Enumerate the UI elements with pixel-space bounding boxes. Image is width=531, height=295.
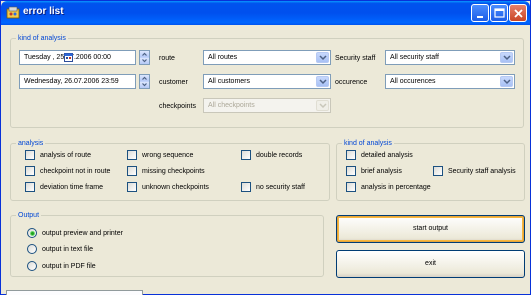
from-date-picker[interactable]: Tuesday , 25.07.2006 00:00 [19, 50, 136, 65]
minimize-icon [477, 16, 483, 18]
exit-button[interactable]: exit [336, 250, 525, 278]
customer-value: All customers [208, 78, 251, 85]
group-legend: Output [16, 211, 42, 220]
chevron-down-icon[interactable] [316, 76, 329, 87]
occurence-dropdown[interactable]: All occurences [385, 74, 515, 89]
group-legend: analysis [16, 139, 46, 148]
chevron-down-icon[interactable] [500, 76, 513, 87]
security-staff-value: All security staff [390, 54, 439, 61]
to-time-spinner[interactable] [139, 74, 150, 89]
window-title: error list [23, 6, 64, 17]
maximize-button[interactable] [490, 4, 508, 22]
calendar-icon[interactable] [64, 52, 73, 62]
occurence-label: occurence [335, 79, 368, 86]
checkpoints-label: checkpoints [159, 103, 196, 110]
spinner-icon [142, 76, 147, 87]
status-tab [6, 290, 143, 295]
chevron-down-icon[interactable] [316, 52, 329, 63]
security-staff-label: Security staff [335, 55, 376, 62]
route-value: All routes [208, 54, 238, 61]
chevron-down-icon [316, 100, 329, 111]
close-button[interactable] [509, 4, 527, 22]
start-output-button[interactable]: start output [336, 215, 525, 243]
radio-selected-dot [30, 231, 34, 235]
customer-dropdown[interactable]: All customers [203, 74, 331, 89]
close-icon [514, 9, 523, 18]
minimize-button[interactable] [471, 4, 489, 22]
route-dropdown[interactable]: All routes [203, 50, 331, 65]
to-date-picker[interactable]: Wednesday, 26.07.2006 23:59 [19, 74, 136, 89]
chevron-down-icon[interactable] [500, 52, 513, 63]
occurence-value: All occurences [390, 78, 436, 85]
group-legend: kind of analysis [16, 34, 68, 43]
app-icon [6, 6, 20, 20]
checkpoints-dropdown: All checkpoints [203, 98, 331, 113]
from-time-spinner[interactable] [139, 50, 150, 65]
maximize-icon [494, 8, 505, 18]
security-staff-dropdown[interactable]: All security staff [385, 50, 515, 65]
customer-label: customer [159, 79, 188, 86]
checkpoints-value: All checkpoints [208, 102, 255, 109]
spinner-icon [142, 52, 147, 63]
error-list-window: error list kind of analysis Tuesday , 25… [0, 0, 531, 295]
route-label: route [159, 55, 175, 62]
title-bar[interactable]: error list [1, 1, 530, 25]
group-legend: kind of analysis [342, 139, 394, 148]
